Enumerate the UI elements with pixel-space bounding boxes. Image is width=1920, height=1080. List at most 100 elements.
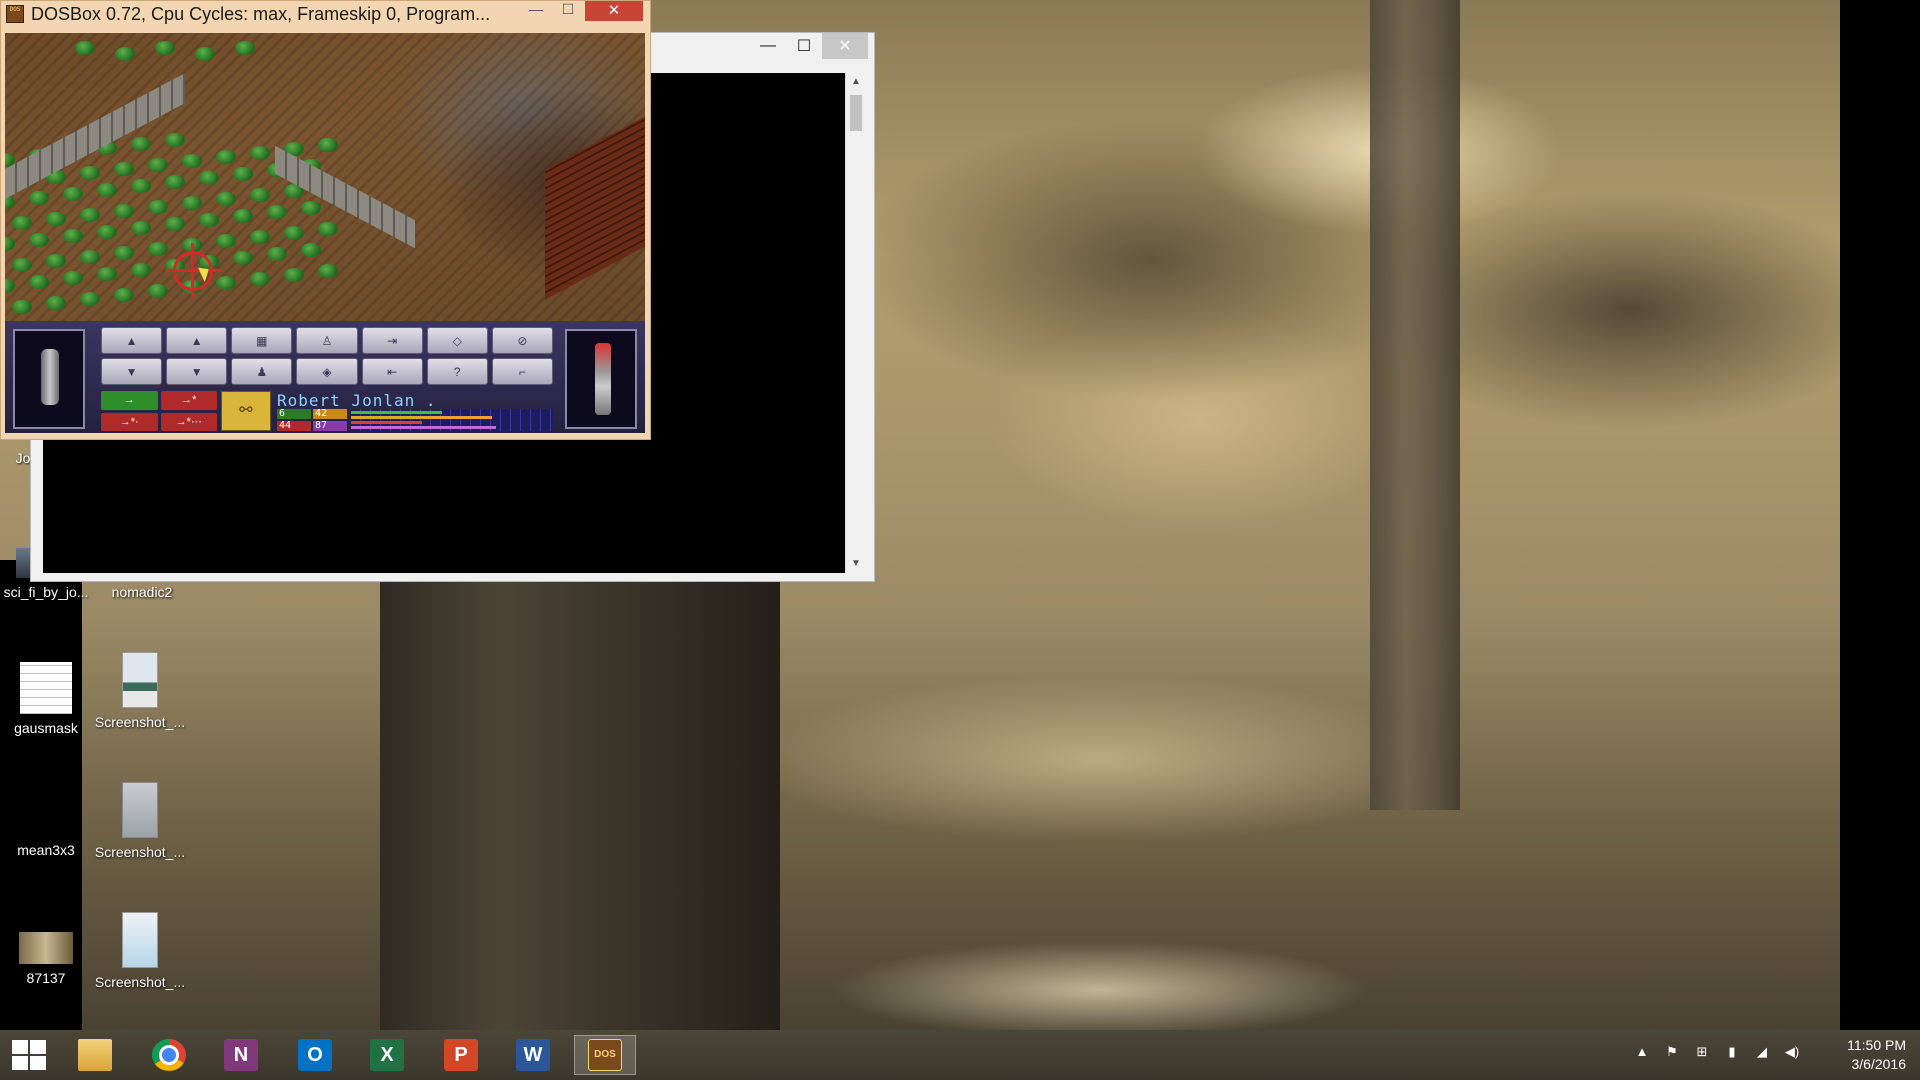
- desktop-icon-label: gausmask: [14, 720, 78, 736]
- crop-bush: [131, 263, 151, 277]
- crop-bush: [199, 213, 219, 227]
- crop-bush: [165, 133, 185, 147]
- right-hand-slot[interactable]: [565, 329, 637, 429]
- taskbar-dosbox[interactable]: DOS: [574, 1035, 636, 1075]
- desktop-icon-screenshot-1[interactable]: Screenshot_...: [94, 652, 186, 730]
- brick-building: [545, 116, 645, 300]
- taskbar-outlook[interactable]: O: [284, 1035, 346, 1075]
- dosbox-icon: DOS: [588, 1039, 622, 1071]
- desktop-icon-screenshot-2[interactable]: Screenshot_...: [94, 782, 186, 860]
- hud-kneel-button[interactable]: ♙: [296, 327, 358, 354]
- crop-bush: [80, 166, 100, 180]
- crop-bush: [97, 183, 117, 197]
- network-icon[interactable]: ▮: [1724, 1044, 1740, 1060]
- crop-bush: [233, 251, 253, 265]
- taskbar-excel[interactable]: X: [356, 1035, 418, 1075]
- dosbox-maximize-button[interactable]: ☐: [553, 1, 583, 23]
- hud-map-button[interactable]: ▦: [231, 327, 293, 354]
- dosbox-titlebar[interactable]: DOS DOSBox 0.72, Cpu Cycles: max, Frames…: [1, 1, 650, 29]
- health-bar: [351, 421, 422, 424]
- crop-bush: [80, 208, 100, 222]
- hud-view-down-button[interactable]: ▼: [166, 358, 228, 385]
- reserve-aimed-button[interactable]: →*·: [101, 412, 158, 431]
- hud-button-grid: ▲ ▲ ▦ ♙ ⇥ ◇ ⊘ ▼ ▼ ♟ ◈ ⇤? ⌐: [101, 327, 553, 385]
- left-hand-slot[interactable]: [13, 329, 85, 429]
- hud-center-button[interactable]: ◈: [296, 358, 358, 385]
- time-units-value: 6: [277, 409, 311, 419]
- dosbox-app-icon[interactable]: DOS: [6, 5, 24, 23]
- battlescape-map[interactable]: [5, 33, 645, 321]
- excel-icon: X: [370, 1039, 404, 1071]
- taskbar-file-explorer[interactable]: [64, 1035, 126, 1075]
- scroll-up-arrow-icon[interactable]: ▲: [846, 73, 866, 91]
- crop-bush: [46, 254, 66, 268]
- crop-bush: [216, 150, 236, 164]
- wallpaper-tower-left: [380, 580, 780, 1030]
- console-scrollbar[interactable]: ▲ ▼: [845, 73, 865, 573]
- hud-view-level-button[interactable]: ◇: [426, 327, 488, 354]
- crop-bush: [318, 264, 338, 278]
- windows-logo-icon: [30, 1040, 46, 1054]
- dosbox-window[interactable]: DOS DOSBox 0.72, Cpu Cycles: max, Frames…: [0, 0, 651, 440]
- hud-inventory-button[interactable]: ♟: [231, 358, 293, 385]
- energy-bar: [351, 416, 493, 419]
- crop-bush: [5, 279, 15, 293]
- hud-help-button[interactable]: ?: [426, 358, 488, 385]
- crop-bush: [250, 272, 270, 286]
- taskbar-powerpoint[interactable]: P: [430, 1035, 492, 1075]
- signal-strength-icon[interactable]: ◢: [1754, 1044, 1770, 1060]
- hud-end-turn-button[interactable]: ⌐: [491, 358, 553, 385]
- desktop-icon-label: Screenshot_...: [94, 844, 186, 860]
- windows-icon[interactable]: ⊞: [1694, 1044, 1710, 1060]
- desktop-icon-gausmask[interactable]: gausmask: [0, 662, 92, 736]
- taskbar-onenote[interactable]: N: [210, 1035, 272, 1075]
- powerpoint-icon: P: [444, 1039, 478, 1071]
- taskbar: N O X P W DOS ▲ ⚑ ⊞ ▮ ◢ ◀) 11:50 PM 3/6/…: [0, 1030, 1920, 1080]
- crop-bush: [131, 179, 151, 193]
- taskbar-word[interactable]: W: [502, 1035, 564, 1075]
- console-maximize-button[interactable]: ☐: [786, 33, 822, 59]
- scroll-thumb[interactable]: [850, 95, 862, 131]
- reserve-snap-button[interactable]: →*: [160, 391, 217, 410]
- reserve-auto-button[interactable]: →*⋯: [160, 412, 217, 431]
- reserve-none-button[interactable]: →: [101, 391, 158, 410]
- crop-bush: [75, 41, 95, 55]
- hud-next-done-button[interactable]: ⇤: [361, 358, 423, 385]
- crop-bush: [80, 292, 100, 306]
- kneel-reserve-button[interactable]: ⚯: [221, 391, 271, 431]
- desktop-icon-mean3x3[interactable]: mean3x3: [0, 842, 92, 858]
- hud-man-down-button[interactable]: ▼: [101, 358, 163, 385]
- folder-icon: [78, 1039, 112, 1071]
- cursor-crossbar: [191, 243, 194, 299]
- desktop-icon-label: 87137: [26, 970, 66, 986]
- desktop-icon-screenshot-3[interactable]: Screenshot_...: [94, 912, 186, 990]
- start-button[interactable]: [8, 1038, 50, 1072]
- dosbox-minimize-button[interactable]: —: [521, 1, 551, 23]
- dosbox-close-button[interactable]: ✕: [585, 1, 643, 21]
- taskbar-chrome[interactable]: [138, 1035, 200, 1075]
- desktop-icon-87137[interactable]: 87137: [0, 932, 92, 986]
- scroll-down-arrow-icon[interactable]: ▼: [846, 555, 866, 573]
- console-minimize-button[interactable]: —: [750, 33, 786, 59]
- crop-bush: [267, 247, 287, 261]
- volume-icon[interactable]: ◀): [1784, 1044, 1800, 1060]
- clock-time: 11:50 PM: [1847, 1037, 1906, 1053]
- crop-bush: [131, 137, 151, 151]
- hud-man-up-button[interactable]: ▲: [101, 327, 163, 354]
- hud-options-button[interactable]: ⊘: [491, 327, 553, 354]
- show-hidden-icons-icon[interactable]: ▲: [1634, 1044, 1650, 1060]
- crop-bush: [155, 41, 175, 55]
- windows-logo-icon: [12, 1056, 28, 1070]
- image-icon: [122, 652, 158, 708]
- hud-next-soldier-button[interactable]: ⇥: [361, 327, 423, 354]
- crop-bush: [115, 47, 135, 61]
- crop-bush: [216, 192, 236, 206]
- hud-view-up-button[interactable]: ▲: [166, 327, 228, 354]
- console-close-button[interactable]: ✕: [822, 33, 868, 59]
- taskbar-clock[interactable]: 11:50 PM 3/6/2016: [1806, 1036, 1906, 1074]
- game-viewport[interactable]: ▲ ▲ ▦ ♙ ⇥ ◇ ⊘ ▼ ▼ ♟ ◈ ⇤? ⌐ → →* →*· →*⋯ ⚯ Robert Jonlan…: [5, 33, 645, 433]
- action-center-flag-icon[interactable]: ⚑: [1664, 1044, 1680, 1060]
- soldier-name[interactable]: Robert Jonlan .: [277, 391, 437, 410]
- crop-bush: [301, 201, 321, 215]
- battlescape-hud: ▲ ▲ ▦ ♙ ⇥ ◇ ⊘ ▼ ▼ ♟ ◈ ⇤? ⌐ → →* →*· →*⋯ ⚯ Robert Jonlan…: [5, 321, 645, 433]
